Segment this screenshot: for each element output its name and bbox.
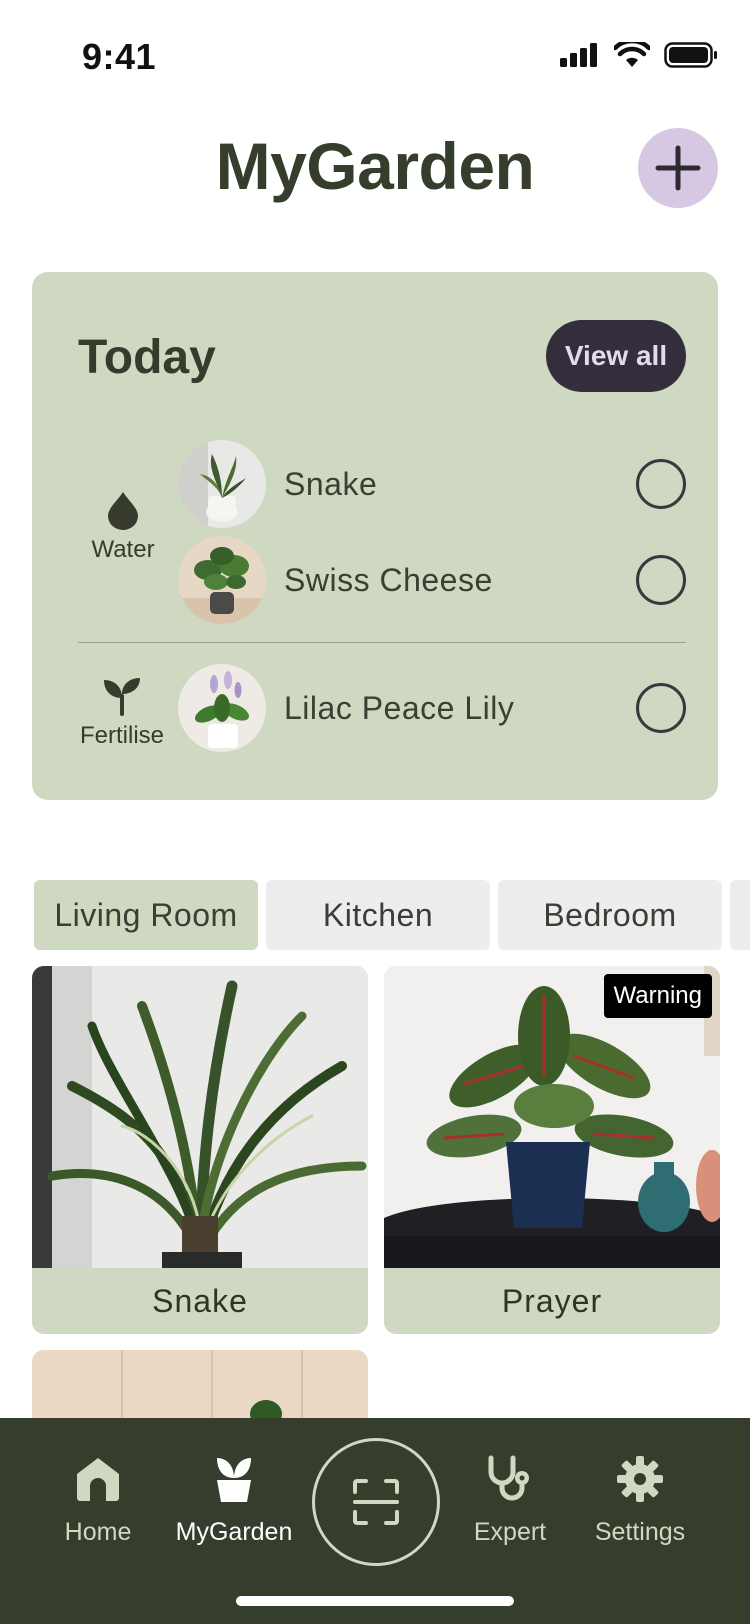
nav-label: Home [64,1518,132,1546]
plant-card[interactable]: Snake [32,966,368,1334]
nav-label: Settings [594,1518,686,1546]
room-tabs: Living Room Kitchen Bedroom [34,880,750,950]
scan-icon [353,1479,399,1525]
plant-name: Snake [152,1282,248,1319]
bottom-nav: Home MyGarden Expert Settings [0,1418,750,1624]
plant-card[interactable]: Warning Prayer [384,966,720,1334]
tab-kitchen[interactable]: Kitchen [266,880,490,950]
nav-settings[interactable]: Settings [588,1454,692,1547]
task-group-label: Water [91,536,155,563]
nav-label: Expert [473,1518,547,1546]
view-all-button[interactable]: View all [546,320,686,392]
warning-badge: Warning [603,974,712,1018]
task-complete-checkbox[interactable] [636,555,686,605]
nav-label: MyGarden [175,1518,293,1546]
sprout-icon [104,678,140,716]
nav-mygarden[interactable]: MyGarden [172,1454,296,1547]
scan-button[interactable] [312,1438,440,1566]
plant-thumbnail [178,440,266,528]
nav-expert[interactable]: Expert [468,1454,552,1547]
plus-icon [655,145,701,191]
task-row: Swiss Cheese [178,536,686,624]
task-row: Lilac Peace Lily [178,664,686,752]
cellular-signal-icon [560,43,597,67]
add-plant-button[interactable] [638,128,718,208]
task-plant-name: Swiss Cheese [284,561,493,598]
task-group-label: Fertilise [79,722,164,749]
water-drop-icon [108,492,138,530]
tab-living-room[interactable]: Living Room [34,880,258,950]
home-indicator [236,1596,514,1606]
task-plant-name: Snake [284,465,378,502]
plant-name: Prayer [501,1282,603,1319]
task-complete-checkbox[interactable] [636,683,686,733]
home-icon [77,1458,119,1501]
plant-thumbnail [178,536,266,624]
status-time: 9:41 [82,36,157,77]
today-title: Today [78,331,216,384]
plant-photo [32,966,368,1268]
plant-thumbnail [178,664,266,752]
divider [78,642,686,643]
status-icons [560,42,718,68]
battery-icon [664,42,717,68]
plant-icon [217,1458,251,1502]
task-plant-name: Lilac Peace Lily [284,689,515,726]
status-bar: 9:41 [0,0,750,110]
today-card: Today View all Water Snake Swiss Cheese … [32,272,718,800]
tab-bedroom[interactable]: Bedroom [498,880,722,950]
task-row: Snake [178,440,686,528]
tab-more-rooms[interactable] [730,880,750,950]
stethoscope-icon [488,1455,529,1501]
nav-home[interactable]: Home [58,1454,138,1547]
task-complete-checkbox[interactable] [636,459,686,509]
task-group-fertilise: Fertilise [76,676,168,750]
plant-photo: Warning [384,966,720,1268]
gear-icon [617,1456,663,1502]
task-group-water: Water [78,490,168,564]
wifi-icon [614,42,650,67]
